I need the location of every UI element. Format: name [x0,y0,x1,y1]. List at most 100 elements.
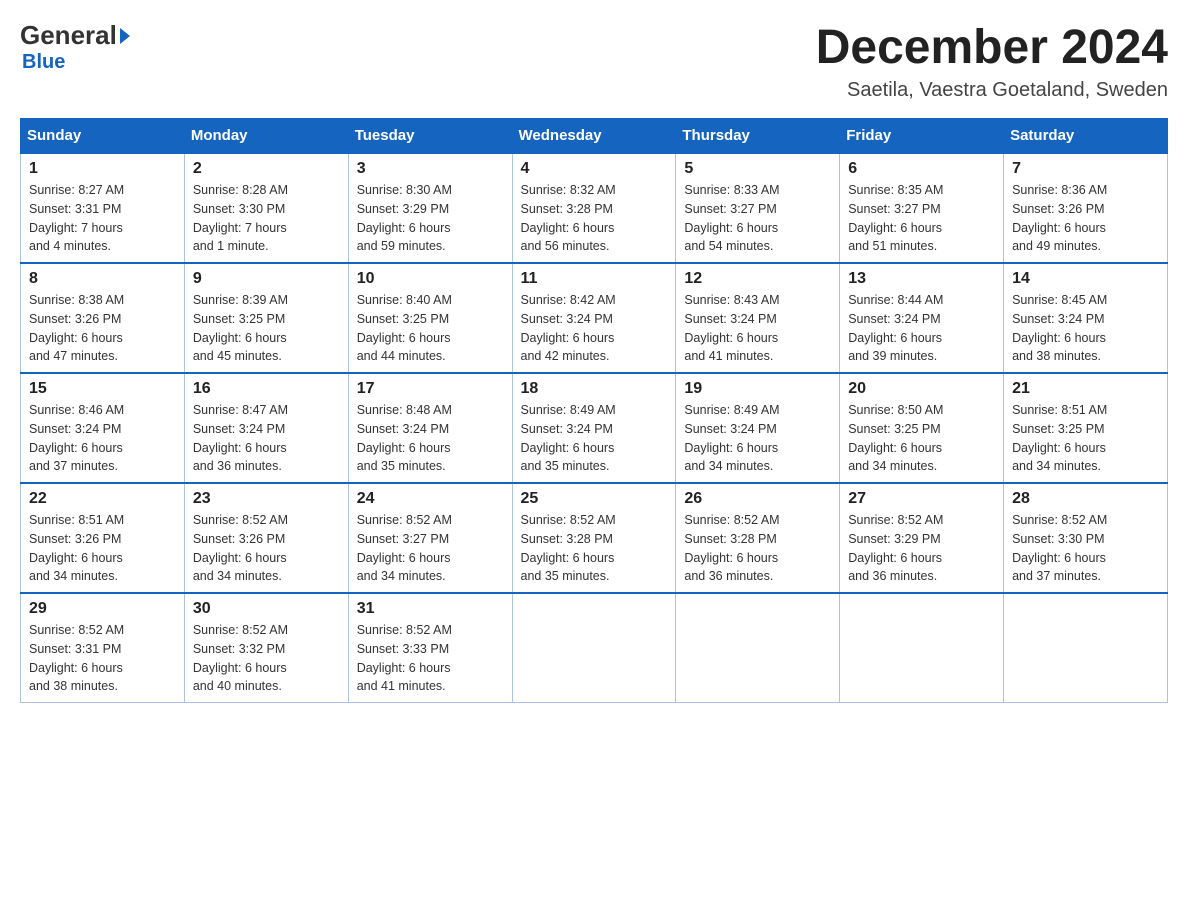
calendar-cell: 22 Sunrise: 8:51 AMSunset: 3:26 PMDayligh… [21,483,185,593]
day-number: 5 [684,160,831,178]
calendar-cell: 8Sunrise: 8:38 AMSunset: 3:26 PMDaylight… [21,263,185,373]
calendar-cell: 7 Sunrise: 8:36 AMSunset: 3:26 PMDaylight… [1004,153,1168,263]
day-info: Sunrise: 8:52 AMSunset: 3:29 PMDaylight:… [848,511,995,586]
day-info: Sunrise: 8:49 AMSunset: 3:24 PMDaylight:… [684,401,831,476]
day-info: Sunrise: 8:46 AMSunset: 3:24 PMDaylight:… [29,401,176,476]
day-info: Sunrise: 8:36 AMSunset: 3:26 PMDaylight:… [1012,181,1159,256]
calendar-cell: 17 Sunrise: 8:48 AMSunset: 3:24 PMDayligh… [348,373,512,483]
day-number: 9 [193,270,340,288]
day-number: 25 [521,490,668,508]
day-number: 24 [357,490,504,508]
day-info: Sunrise: 8:43 AMSunset: 3:24 PMDaylight:… [684,291,831,366]
header-tuesday: Tuesday [348,119,512,154]
day-info: Sunrise: 8:51 AMSunset: 3:25 PMDaylight:… [1012,401,1159,476]
day-number: 23 [193,490,340,508]
day-number: 7 [1012,160,1159,178]
day-info: Sunrise: 8:40 AMSunset: 3:25 PMDaylight:… [357,291,504,366]
day-number: 29 [29,600,176,618]
weekday-header-row: Sunday Monday Tuesday Wednesday Thursday… [21,119,1168,154]
calendar-title: December 2024 [816,20,1168,75]
day-info: Sunrise: 8:35 AMSunset: 3:27 PMDaylight:… [848,181,995,256]
week-row: 8Sunrise: 8:38 AMSunset: 3:26 PMDaylight… [21,263,1168,373]
day-number: 22 [29,490,176,508]
day-info: Sunrise: 8:27 AMSunset: 3:31 PMDaylight:… [29,181,176,256]
calendar-cell: 25 Sunrise: 8:52 AMSunset: 3:28 PMDayligh… [512,483,676,593]
day-number: 2 [193,160,340,178]
day-number: 14 [1012,270,1159,288]
title-area: December 2024 Saetila, Vaestra Goetaland… [816,20,1168,102]
calendar-cell: 11 Sunrise: 8:42 AMSunset: 3:24 PMDayligh… [512,263,676,373]
day-number: 27 [848,490,995,508]
day-info: Sunrise: 8:30 AMSunset: 3:29 PMDaylight:… [357,181,504,256]
day-info: Sunrise: 8:42 AMSunset: 3:24 PMDaylight:… [521,291,668,366]
calendar-subtitle: Saetila, Vaestra Goetaland, Sweden [816,79,1168,102]
day-info: Sunrise: 8:44 AMSunset: 3:24 PMDaylight:… [848,291,995,366]
calendar-cell: 18 Sunrise: 8:49 AMSunset: 3:24 PMDayligh… [512,373,676,483]
day-info: Sunrise: 8:45 AMSunset: 3:24 PMDaylight:… [1012,291,1159,366]
day-number: 11 [521,270,668,288]
calendar-cell: 6 Sunrise: 8:35 AMSunset: 3:27 PMDaylight… [840,153,1004,263]
day-info: Sunrise: 8:48 AMSunset: 3:24 PMDaylight:… [357,401,504,476]
logo-text: General [20,20,130,51]
calendar-cell: 1Sunrise: 8:27 AMSunset: 3:31 PMDaylight… [21,153,185,263]
calendar-cell: 12Sunrise: 8:43 AMSunset: 3:24 PMDayligh… [676,263,840,373]
day-info: Sunrise: 8:52 AMSunset: 3:26 PMDaylight:… [193,511,340,586]
header-wednesday: Wednesday [512,119,676,154]
calendar-cell: 19Sunrise: 8:49 AMSunset: 3:24 PMDayligh… [676,373,840,483]
day-number: 18 [521,380,668,398]
day-info: Sunrise: 8:49 AMSunset: 3:24 PMDaylight:… [521,401,668,476]
header-friday: Friday [840,119,1004,154]
calendar-cell: 9Sunrise: 8:39 AMSunset: 3:25 PMDaylight… [184,263,348,373]
day-number: 8 [29,270,176,288]
calendar-cell: 29 Sunrise: 8:52 AMSunset: 3:31 PMDayligh… [21,593,185,703]
day-number: 26 [684,490,831,508]
day-number: 15 [29,380,176,398]
calendar-cell: 28 Sunrise: 8:52 AMSunset: 3:30 PMDayligh… [1004,483,1168,593]
day-number: 6 [848,160,995,178]
day-number: 4 [521,160,668,178]
calendar-table: Sunday Monday Tuesday Wednesday Thursday… [20,118,1168,703]
calendar-cell: 5Sunrise: 8:33 AMSunset: 3:27 PMDaylight… [676,153,840,263]
day-info: Sunrise: 8:51 AMSunset: 3:26 PMDaylight:… [29,511,176,586]
logo-arrow-icon [120,28,130,44]
day-number: 30 [193,600,340,618]
week-row: 22 Sunrise: 8:51 AMSunset: 3:26 PMDayligh… [21,483,1168,593]
day-number: 17 [357,380,504,398]
calendar-cell: 2Sunrise: 8:28 AMSunset: 3:30 PMDaylight… [184,153,348,263]
header-sunday: Sunday [21,119,185,154]
day-info: Sunrise: 8:52 AMSunset: 3:28 PMDaylight:… [521,511,668,586]
week-row: 29 Sunrise: 8:52 AMSunset: 3:31 PMDayligh… [21,593,1168,703]
calendar-cell: 3Sunrise: 8:30 AMSunset: 3:29 PMDaylight… [348,153,512,263]
calendar-cell: 24Sunrise: 8:52 AMSunset: 3:27 PMDayligh… [348,483,512,593]
day-info: Sunrise: 8:52 AMSunset: 3:31 PMDaylight:… [29,621,176,696]
week-row: 15 Sunrise: 8:46 AMSunset: 3:24 PMDayligh… [21,373,1168,483]
calendar-cell [1004,593,1168,703]
logo-general-text: General [20,20,117,51]
calendar-cell [512,593,676,703]
day-number: 31 [357,600,504,618]
header-saturday: Saturday [1004,119,1168,154]
calendar-cell [840,593,1004,703]
calendar-cell: 15 Sunrise: 8:46 AMSunset: 3:24 PMDayligh… [21,373,185,483]
header-monday: Monday [184,119,348,154]
day-number: 20 [848,380,995,398]
logo: General Blue [20,20,130,74]
week-row: 1Sunrise: 8:27 AMSunset: 3:31 PMDaylight… [21,153,1168,263]
calendar-cell: 10 Sunrise: 8:40 AMSunset: 3:25 PMDayligh… [348,263,512,373]
day-number: 28 [1012,490,1159,508]
day-info: Sunrise: 8:52 AMSunset: 3:33 PMDaylight:… [357,621,504,696]
header: General Blue December 2024 Saetila, Vaes… [20,20,1168,102]
calendar-cell: 30Sunrise: 8:52 AMSunset: 3:32 PMDayligh… [184,593,348,703]
calendar-cell: 4Sunrise: 8:32 AMSunset: 3:28 PMDaylight… [512,153,676,263]
calendar-cell: 16 Sunrise: 8:47 AMSunset: 3:24 PMDayligh… [184,373,348,483]
calendar-cell [676,593,840,703]
header-thursday: Thursday [676,119,840,154]
day-info: Sunrise: 8:52 AMSunset: 3:30 PMDaylight:… [1012,511,1159,586]
day-number: 10 [357,270,504,288]
calendar-cell: 23 Sunrise: 8:52 AMSunset: 3:26 PMDayligh… [184,483,348,593]
day-info: Sunrise: 8:50 AMSunset: 3:25 PMDaylight:… [848,401,995,476]
day-info: Sunrise: 8:47 AMSunset: 3:24 PMDaylight:… [193,401,340,476]
day-info: Sunrise: 8:52 AMSunset: 3:28 PMDaylight:… [684,511,831,586]
logo-blue-label: Blue [22,51,65,74]
day-number: 16 [193,380,340,398]
